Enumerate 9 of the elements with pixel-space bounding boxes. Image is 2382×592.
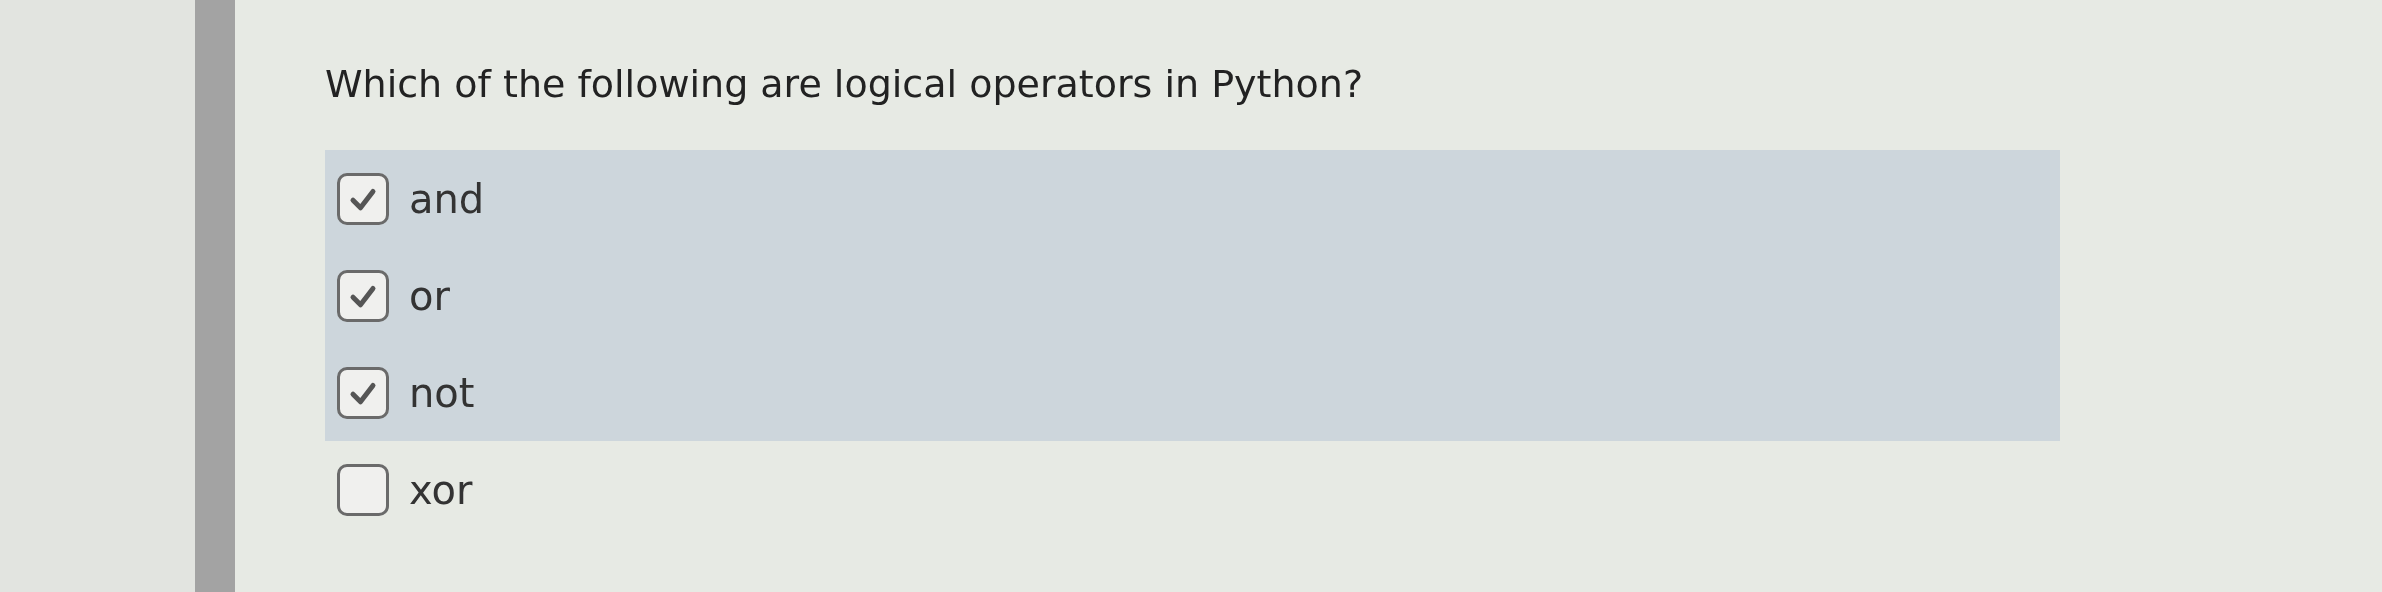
- answer-option[interactable]: xor: [325, 441, 2060, 538]
- answer-option[interactable]: or: [325, 247, 2060, 344]
- checkbox[interactable]: [337, 366, 389, 419]
- answer-option[interactable]: and: [325, 150, 2060, 247]
- answer-option[interactable]: not: [325, 344, 2060, 441]
- checkbox[interactable]: [337, 269, 389, 322]
- checkbox[interactable]: [337, 172, 389, 225]
- question-text: Which of the following are logical operators in Python?: [325, 62, 1365, 106]
- checkbox[interactable]: [337, 463, 389, 516]
